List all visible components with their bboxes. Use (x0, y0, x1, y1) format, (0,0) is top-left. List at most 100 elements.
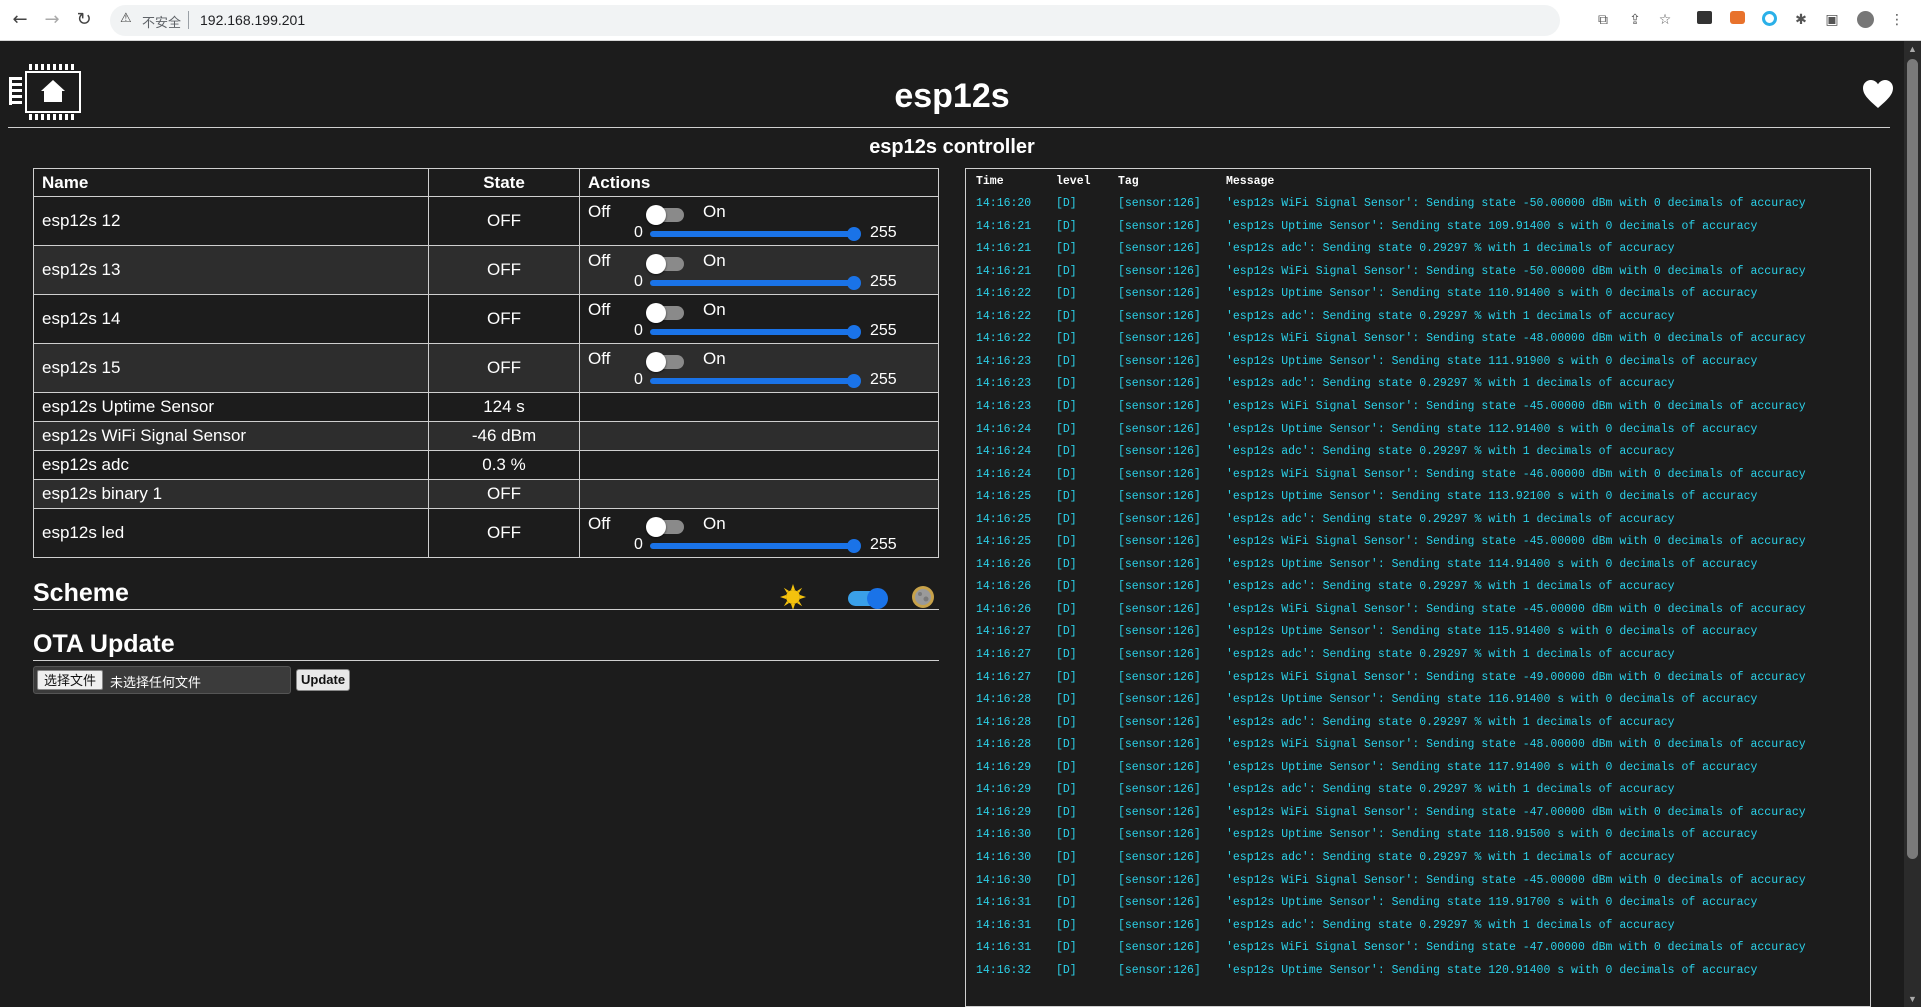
log-entry: 14:16:21 [D] [sensor:126] 'esp12s adc': Sen… (966, 242, 1870, 265)
entity-state: OFF (428, 508, 580, 558)
firmware-file-input[interactable]: 选择文件 未选择任何文件 (33, 666, 291, 694)
puzzle-extensions-icon[interactable]: ✱ (1792, 11, 1810, 29)
log-level: [D] (1056, 828, 1077, 842)
table-row: esp12s 12 OFF Off On 0 255 (33, 196, 939, 246)
address-bar[interactable]: ⚠ 不安全 192.168.199.201 (110, 5, 1560, 36)
brightness-slider[interactable] (650, 542, 860, 549)
log-entry: 14:16:23 [D] [sensor:126] 'esp12s Uptime Se… (966, 355, 1870, 378)
translate-icon[interactable]: ⧉ (1594, 11, 1612, 29)
log-message: 'esp12s adc': Sending state 0.29297 % wi… (1226, 377, 1675, 391)
log-time: 14:16:24 (976, 445, 1032, 459)
entity-state: OFF (428, 343, 580, 393)
slider-thumb[interactable] (847, 226, 861, 241)
log-tag: [sensor:126] (1118, 896, 1201, 910)
switch-toggle[interactable] (646, 351, 684, 372)
range-min-label: 0 (634, 535, 643, 553)
extension-dark-icon[interactable] (1695, 11, 1713, 29)
log-entry: 14:16:22 [D] [sensor:126] 'esp12s Uptime Se… (966, 287, 1870, 310)
bookmark-star-icon[interactable]: ☆ (1656, 11, 1674, 29)
log-message: 'esp12s WiFi Signal Sensor': Sending sta… (1226, 670, 1806, 684)
off-label: Off (588, 299, 611, 319)
slider-thumb[interactable] (847, 275, 861, 290)
switch-toggle[interactable] (646, 204, 684, 225)
log-entry: 14:16:31 [D] [sensor:126] 'esp12s Uptime Se… (966, 896, 1870, 919)
slider-thumb[interactable] (847, 324, 861, 339)
switch-toggle[interactable] (646, 253, 684, 274)
log-message: 'esp12s adc': Sending state 0.29297 % wi… (1226, 783, 1675, 797)
moon-icon[interactable] (911, 585, 935, 609)
extension-sync-icon[interactable] (1760, 11, 1778, 29)
switch-toggle[interactable] (646, 302, 684, 323)
scrollbar-thumb[interactable] (1907, 59, 1918, 859)
table-row: esp12s 15 OFF Off On 0 255 (33, 343, 939, 393)
log-message: 'esp12s adc': Sending state 0.29297 % wi… (1226, 918, 1675, 932)
share-icon[interactable]: ⇪ (1626, 11, 1644, 29)
log-entry: 14:16:24 [D] [sensor:126] 'esp12s adc': Sen… (966, 445, 1870, 468)
slider-thumb[interactable] (847, 373, 861, 388)
toggle-knob (646, 351, 666, 372)
log-tag: [sensor:126] (1118, 580, 1201, 594)
log-level: [D] (1056, 309, 1077, 323)
log-tag: [sensor:126] (1118, 242, 1201, 256)
heart-icon[interactable] (1862, 79, 1894, 109)
brightness-slider[interactable] (650, 377, 860, 384)
log-level: [D] (1056, 625, 1077, 639)
log-level: [D] (1056, 557, 1077, 571)
log-level: [D] (1056, 467, 1077, 481)
ota-divider (33, 660, 939, 661)
range-max-label: 255 (870, 535, 897, 553)
forward-icon[interactable]: → (42, 10, 62, 30)
back-icon[interactable]: ← (10, 10, 30, 30)
extension-orange-icon[interactable] (1728, 11, 1746, 29)
log-level: [D] (1056, 693, 1077, 707)
log-time: 14:16:29 (976, 783, 1032, 797)
entity-actions (579, 392, 939, 422)
slider-thumb[interactable] (847, 538, 861, 553)
menu-kebab-icon[interactable]: ⋮ (1888, 11, 1906, 29)
scroll-up-arrow-icon[interactable]: ▲ (1904, 41, 1921, 57)
log-entry: 14:16:28 [D] [sensor:126] 'esp12s WiFi Sign… (966, 738, 1870, 761)
log-level: [D] (1056, 896, 1077, 910)
switch-toggle[interactable] (646, 516, 684, 537)
page-scrollbar[interactable]: ▲ ▼ (1904, 41, 1921, 1007)
sun-icon[interactable] (780, 584, 806, 610)
log-tag: [sensor:126] (1118, 557, 1201, 571)
color-scheme-toggle[interactable] (848, 588, 888, 609)
toggle-knob (646, 253, 666, 274)
table-row: esp12s binary 1 OFF (33, 479, 939, 509)
profile-avatar-icon[interactable] (1856, 11, 1874, 29)
entity-state: OFF (428, 294, 580, 344)
side-panel-icon[interactable]: ▣ (1823, 11, 1841, 29)
entities-table: Name State Actions esp12s 12 OFF Off On … (33, 168, 939, 558)
off-label: Off (588, 348, 611, 368)
url-text[interactable]: 192.168.199.201 (200, 12, 305, 28)
log-tag: [sensor:126] (1118, 670, 1201, 684)
brightness-slider[interactable] (650, 328, 860, 335)
log-message: 'esp12s WiFi Signal Sensor': Sending sta… (1226, 264, 1806, 278)
log-message: 'esp12s Uptime Sensor': Sending state 11… (1226, 693, 1758, 707)
reload-icon[interactable]: ↻ (74, 10, 94, 30)
header-actions: Actions (579, 168, 939, 197)
log-message: 'esp12s WiFi Signal Sensor': Sending sta… (1226, 197, 1806, 210)
log-level: [D] (1056, 512, 1077, 526)
log-header-tag: Tag (1118, 175, 1139, 188)
brightness-slider[interactable] (650, 279, 860, 286)
log-message: 'esp12s WiFi Signal Sensor': Sending sta… (1226, 535, 1806, 549)
log-panel[interactable]: Time level Tag Message 14:16:20 [D] [senso… (965, 168, 1871, 1007)
log-time: 14:16:20 (976, 197, 1032, 210)
address-separator (188, 11, 189, 29)
brightness-slider[interactable] (650, 230, 860, 237)
log-tag: [sensor:126] (1118, 963, 1201, 977)
entity-actions (579, 450, 939, 480)
entity-actions: Off On 0 255 (579, 196, 939, 246)
on-label: On (703, 513, 726, 533)
update-button[interactable]: Update (296, 669, 351, 691)
log-tag: [sensor:126] (1118, 287, 1201, 301)
log-entry: 14:16:29 [D] [sensor:126] 'esp12s WiFi Sign… (966, 806, 1870, 829)
choose-file-button[interactable]: 选择文件 (37, 670, 104, 690)
log-time: 14:16:23 (976, 399, 1032, 413)
log-tag: [sensor:126] (1118, 445, 1201, 459)
log-time: 14:16:26 (976, 602, 1032, 616)
scroll-down-arrow-icon[interactable]: ▼ (1904, 991, 1921, 1007)
off-label: Off (588, 250, 611, 270)
